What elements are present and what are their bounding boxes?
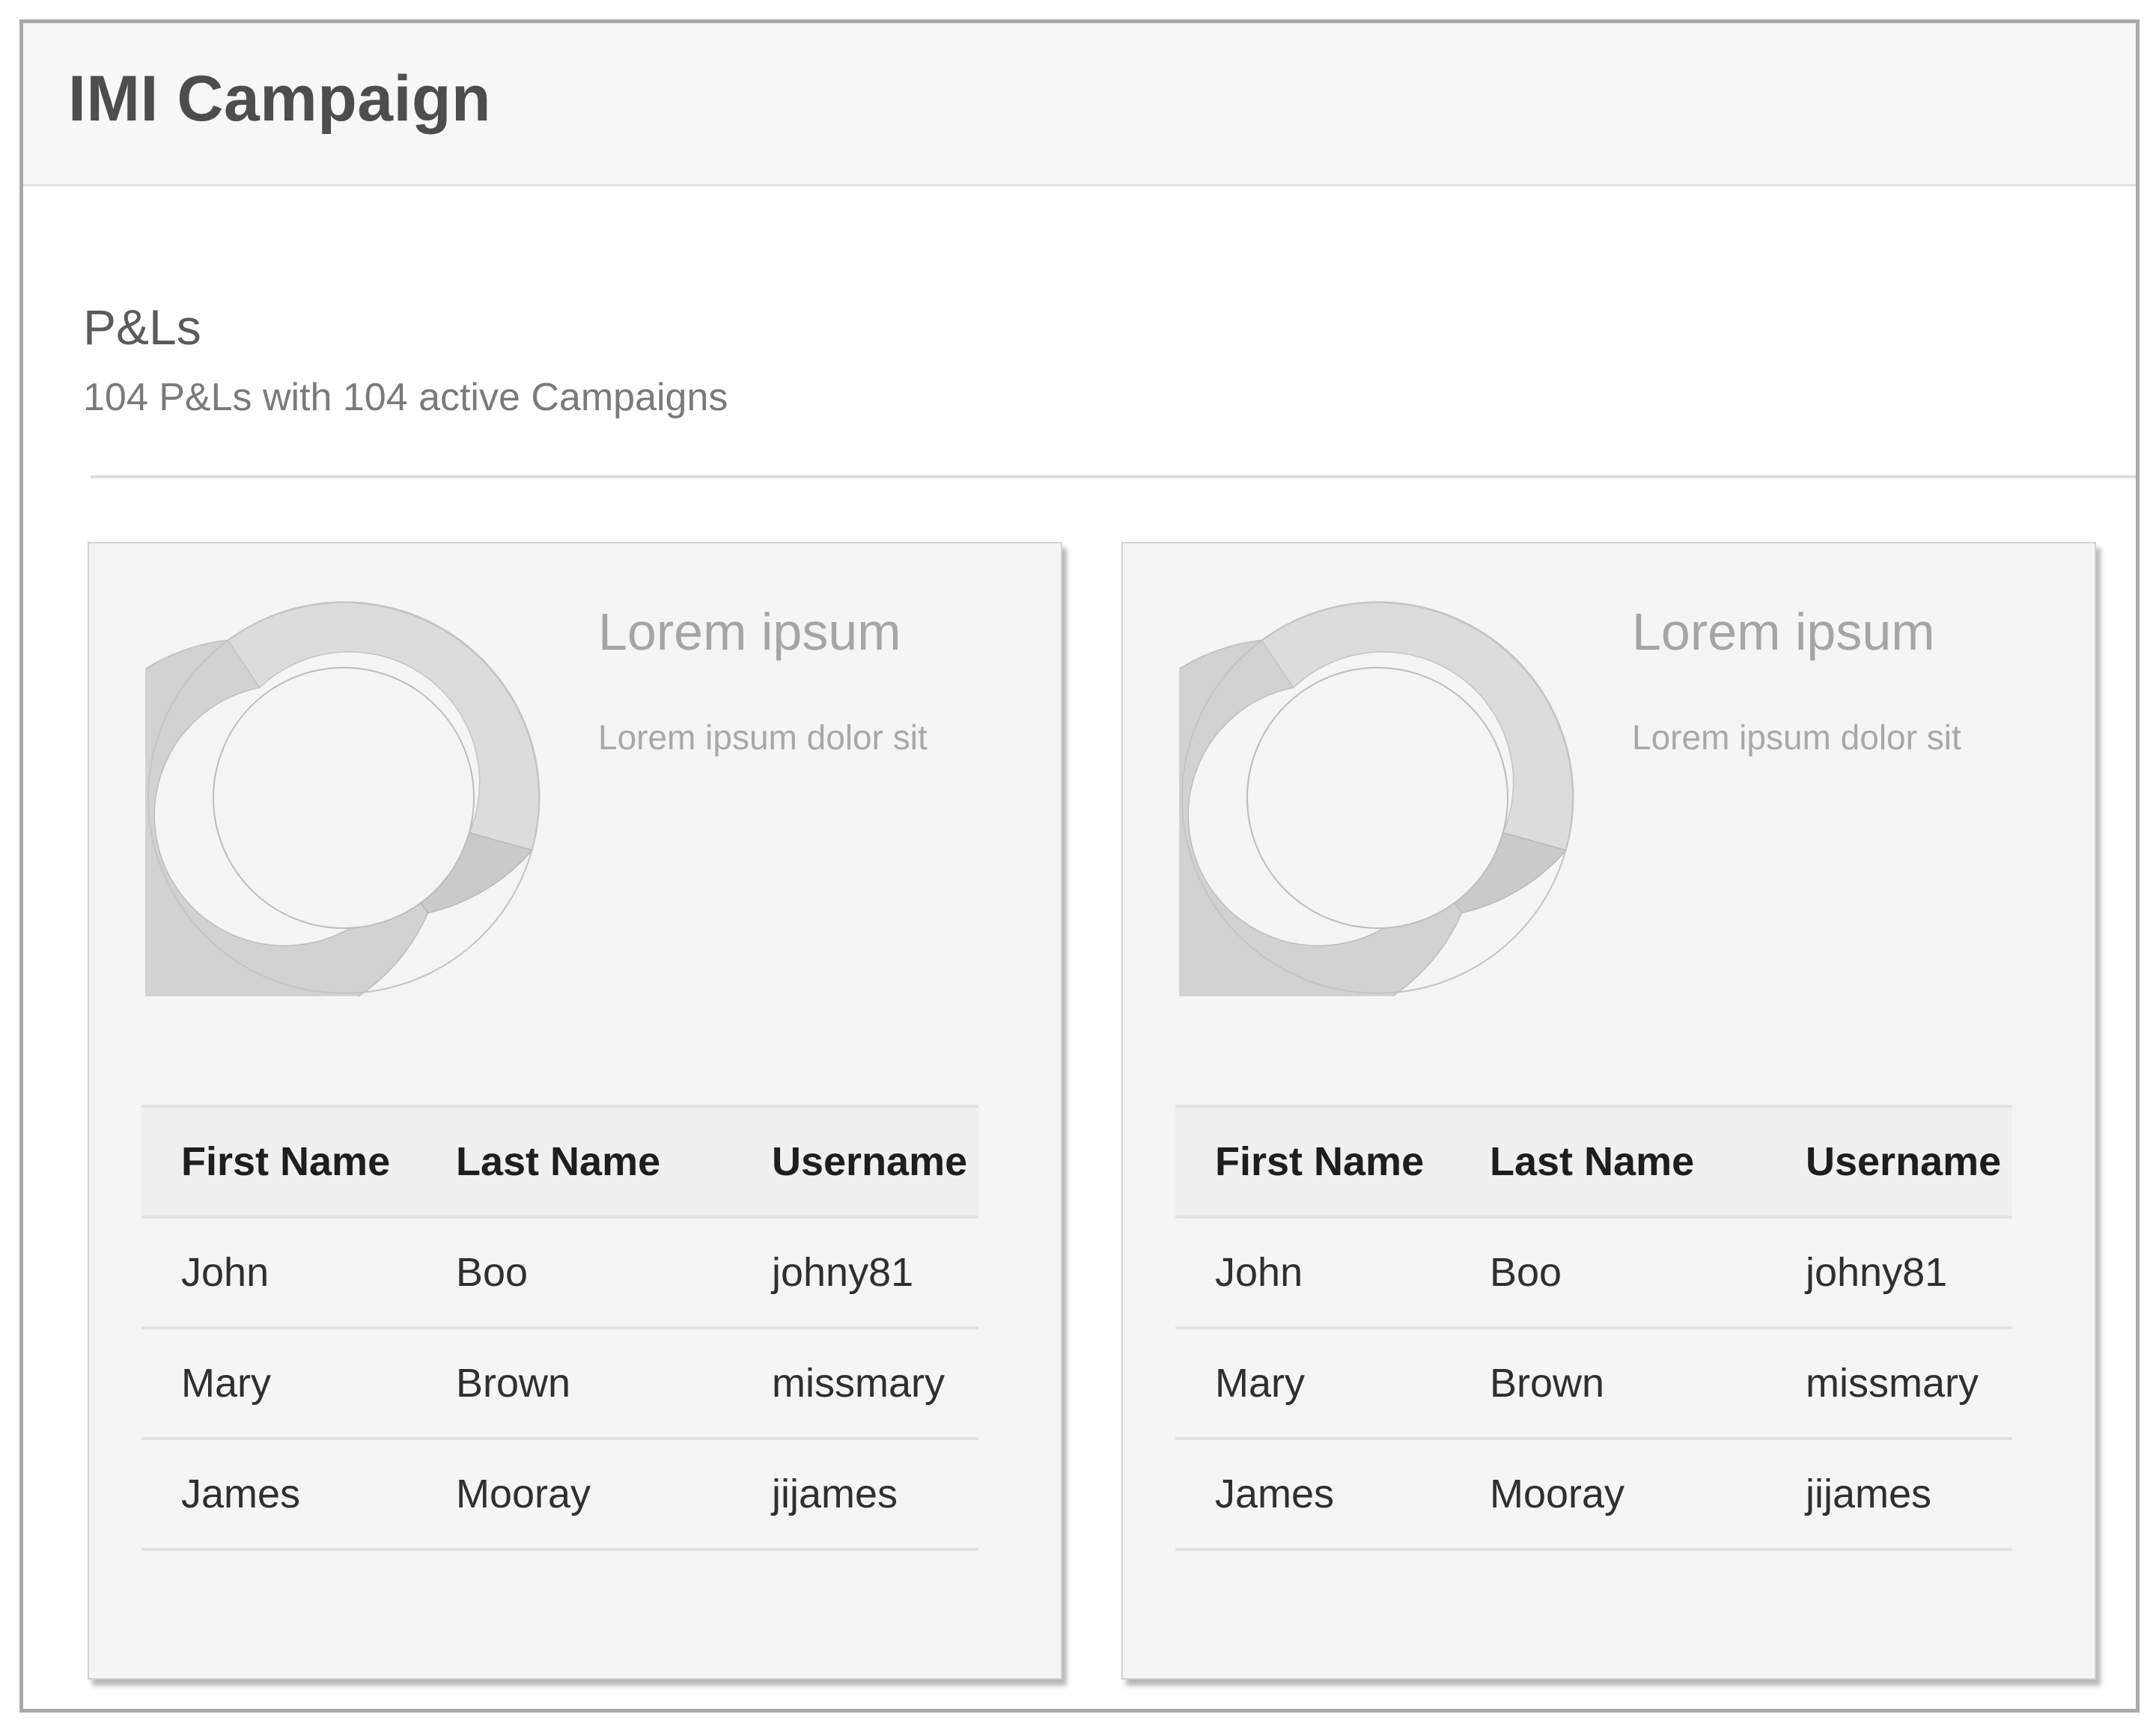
column-header-first-name[interactable]: First Name — [1215, 1108, 1424, 1216]
username-cell: missmary — [1806, 1361, 1979, 1406]
pl-card: Lorem ipsum Lorem ipsum dolor sit First … — [88, 542, 1062, 1680]
table-header-row: First Name Last Name Username — [1175, 1105, 2012, 1216]
table-row[interactable]: Mary Brown missmary — [141, 1326, 978, 1437]
username-cell: jijames — [1806, 1472, 1932, 1516]
donut-chart — [1179, 601, 1574, 996]
username-cell: missmary — [772, 1361, 945, 1406]
users-table: First Name Last Name Username John Boo j… — [141, 1105, 978, 1551]
last-name-cell: Boo — [456, 1250, 529, 1295]
username-cell: johny81 — [1806, 1250, 1948, 1295]
card-title: Lorem ipsum — [1632, 603, 1935, 661]
first-name-cell: Mary — [1215, 1361, 1305, 1406]
first-name-cell: James — [181, 1472, 301, 1516]
column-header-last-name[interactable]: Last Name — [456, 1108, 660, 1216]
table-row[interactable]: James Mooray jijames — [141, 1437, 978, 1551]
table-row[interactable]: James Mooray jijames — [1175, 1437, 2012, 1551]
app-header: IMI Campaign — [23, 23, 2136, 186]
table-row[interactable]: John Boo johny81 — [141, 1216, 978, 1326]
section-title: P&Ls — [83, 299, 201, 355]
first-name-cell: James — [1215, 1472, 1335, 1516]
last-name-cell: Brown — [1490, 1361, 1605, 1406]
last-name-cell: Mooray — [1490, 1472, 1625, 1516]
section-divider — [91, 475, 2136, 478]
first-name-cell: John — [1215, 1250, 1303, 1295]
username-cell: jijames — [772, 1472, 898, 1516]
app-window: IMI Campaign P&Ls 104 P&Ls with 104 acti… — [19, 19, 2140, 1713]
users-table: First Name Last Name Username John Boo j… — [1175, 1105, 2012, 1551]
table-row[interactable]: John Boo johny81 — [1175, 1216, 2012, 1326]
last-name-cell: Boo — [1490, 1250, 1562, 1295]
first-name-cell: John — [181, 1250, 270, 1295]
column-header-last-name[interactable]: Last Name — [1490, 1108, 1694, 1216]
donut-chart — [145, 601, 540, 996]
table-row[interactable]: Mary Brown missmary — [1175, 1326, 2012, 1437]
section-subtitle: 104 P&Ls with 104 active Campaigns — [83, 376, 728, 419]
first-name-cell: Mary — [181, 1361, 271, 1406]
pl-card: Lorem ipsum Lorem ipsum dolor sit First … — [1121, 542, 2096, 1680]
column-header-username[interactable]: Username — [1806, 1108, 2001, 1216]
column-header-username[interactable]: Username — [772, 1108, 967, 1216]
card-subtitle: Lorem ipsum dolor sit — [1632, 718, 1961, 757]
last-name-cell: Mooray — [456, 1472, 591, 1516]
app-title: IMI Campaign — [68, 63, 492, 135]
card-subtitle: Lorem ipsum dolor sit — [598, 718, 928, 757]
table-header-row: First Name Last Name Username — [141, 1105, 978, 1216]
last-name-cell: Brown — [456, 1361, 571, 1406]
column-header-first-name[interactable]: First Name — [181, 1108, 390, 1216]
card-title: Lorem ipsum — [598, 603, 901, 661]
username-cell: johny81 — [772, 1250, 914, 1295]
